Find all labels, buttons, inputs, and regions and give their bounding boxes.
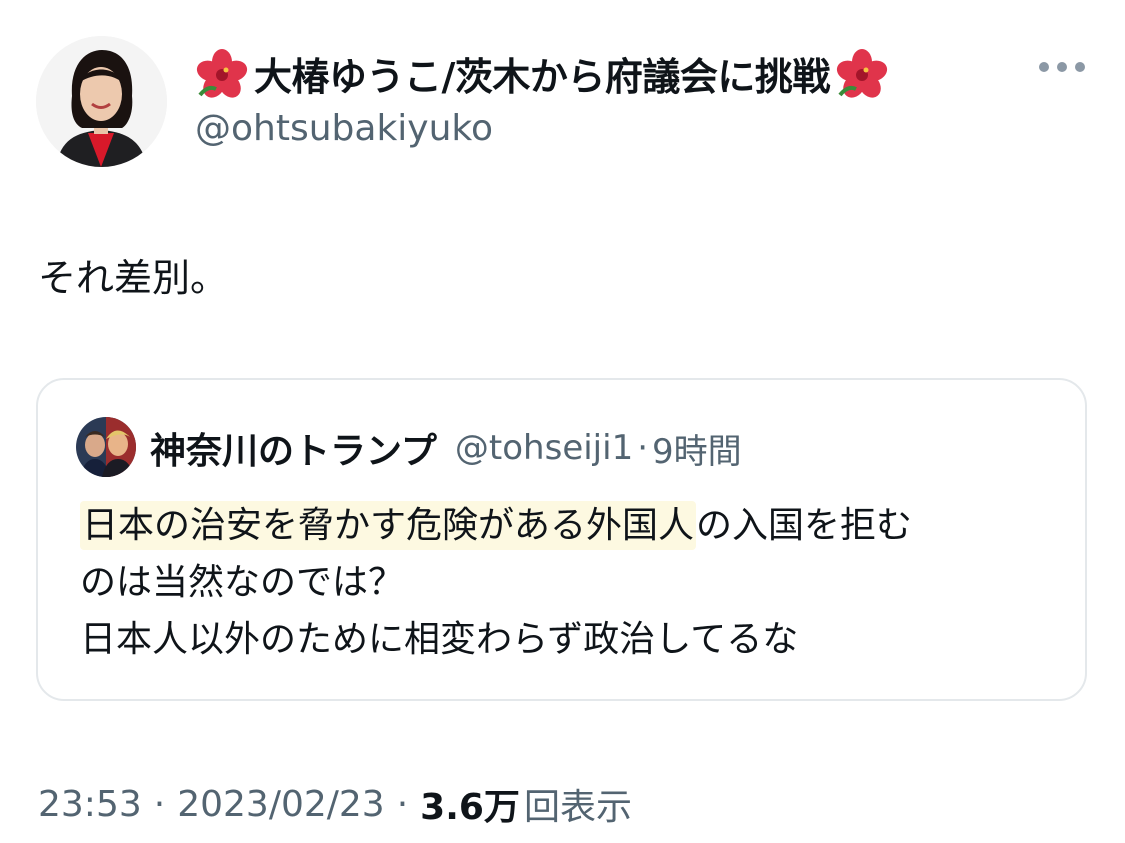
tweet-text: それ差別。 [38, 256, 229, 300]
translation-highlight: 日本の治安を脅かす危険がある外国人 [80, 501, 697, 550]
quoted-tweet-header: 神奈川のトランプ @tohseiji1 · 9時間 [150, 420, 742, 476]
hibiscus-icon [196, 49, 248, 98]
author-name-row[interactable]: 大椿ゆうこ/茨木から府議会に挑戦 [194, 44, 890, 102]
quoted-author-avatar[interactable] [76, 417, 136, 477]
tweet-meta: 23:53 · 2023/02/23 · 3.6万 回表示 [38, 776, 632, 832]
author-avatar-image [36, 36, 167, 167]
quoted-author-name[interactable]: 神奈川のトランプ [150, 422, 437, 474]
more-dot [1075, 62, 1085, 72]
hibiscus-icon [836, 49, 887, 98]
quoted-text-line: 日本人以外のために相変わらず政治してるな [80, 619, 799, 660]
quoted-author-handle[interactable]: @tohseiji1 [455, 428, 633, 468]
quoted-author-avatar-image [76, 417, 136, 477]
quoted-tweet-text: 日本の治安を脅かす危険がある外国人の入国を拒む のは当然なのでは？ 日本人以外の… [80, 497, 1080, 668]
quoted-separator: · [637, 428, 649, 468]
quoted-tweet-card[interactable]: 神奈川のトランプ @tohseiji1 · 9時間 日本の治安を脅かす危険がある… [36, 378, 1087, 701]
tweet-time[interactable]: 23:53 [38, 784, 142, 825]
more-options-icon[interactable] [1039, 62, 1085, 72]
quoted-text-fragment: の入国を拒む [696, 505, 913, 546]
quoted-text-line: のは当然なのでは？ [80, 562, 405, 603]
quoted-text-line: 日本の治安を脅かす危険がある外国人の入国を拒む [80, 497, 1080, 554]
views-label: 回表示 [523, 787, 632, 828]
author-handle[interactable]: @ohtsubakiyuko [195, 108, 493, 149]
more-dot [1057, 62, 1067, 72]
tweet-date[interactable]: 2023/02/23 [177, 784, 385, 825]
meta-separator: · [396, 783, 409, 825]
meta-separator: · [153, 783, 166, 825]
more-dot [1039, 62, 1049, 72]
author-avatar[interactable] [36, 36, 167, 167]
quoted-timestamp[interactable]: 9時間 [652, 424, 742, 473]
views-count[interactable]: 3.6万 [420, 778, 520, 830]
author-display-name: 大椿ゆうこ/茨木から府議会に挑戦 [254, 54, 830, 99]
